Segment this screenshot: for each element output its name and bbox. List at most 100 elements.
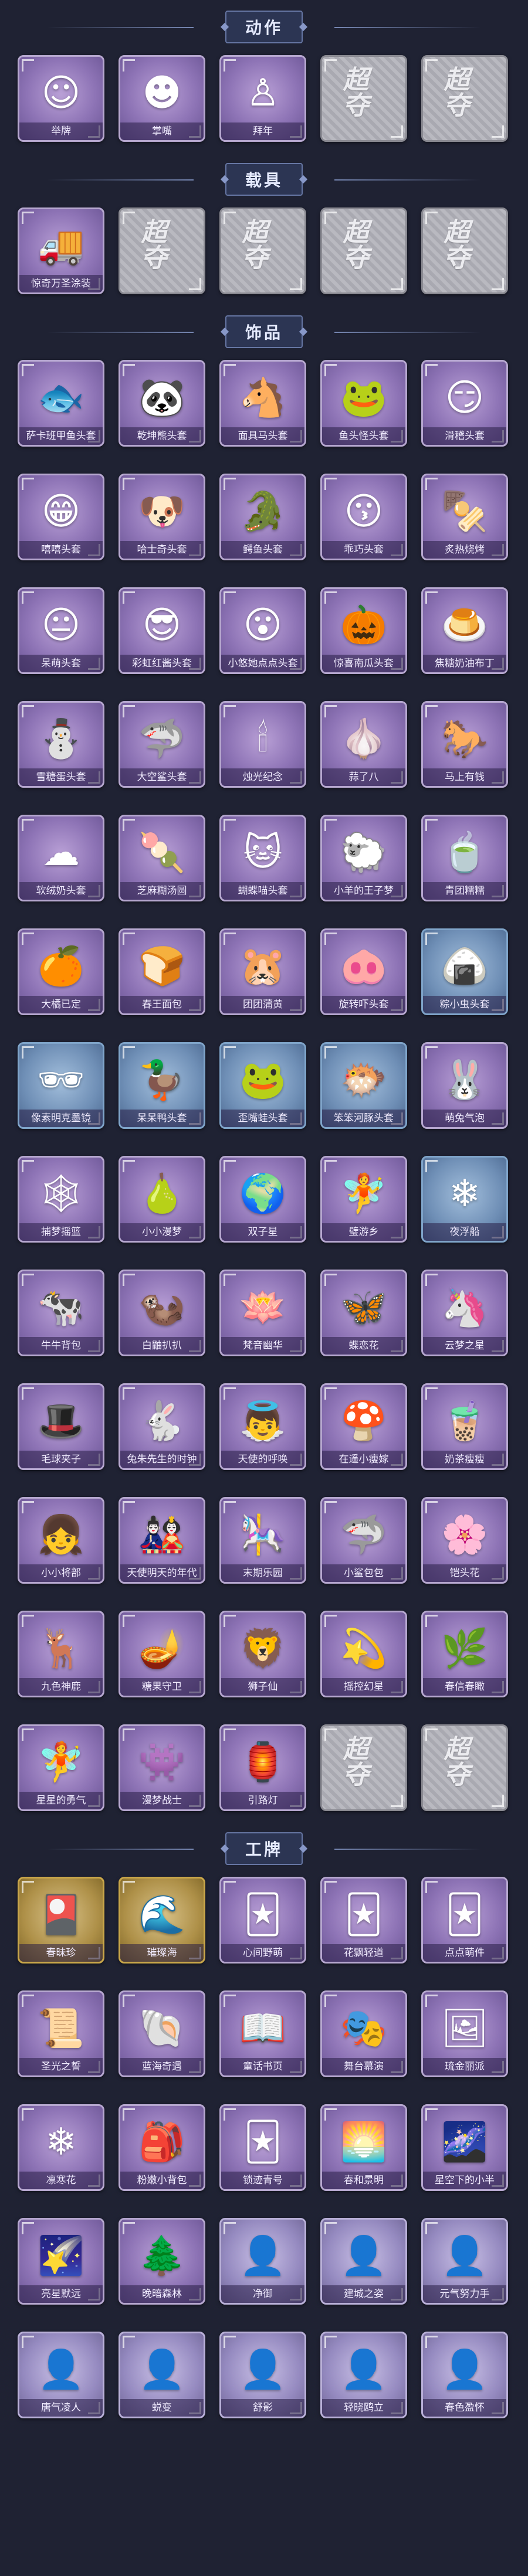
item-card[interactable]: 🐟 萨卡班甲鱼头套 (18, 360, 104, 447)
item-card[interactable]: 🐱 蝴蝶喵头套 (219, 815, 306, 901)
item-card[interactable]: 🪔 糖果守卫 (119, 1611, 205, 1697)
item-card[interactable]: 👤 舒影 (219, 2332, 306, 2418)
item-card[interactable]: ❄ 凛寒花 (18, 2104, 104, 2191)
item-card[interactable]: 🦄 云梦之星 (421, 1270, 508, 1356)
item-card[interactable]: 🍄 在遥小瘦嫁 (320, 1383, 407, 1470)
item-card[interactable]: ☻ 掌嘴 (119, 55, 205, 142)
item-card[interactable]: ❄ 夜浮船 (421, 1156, 508, 1243)
item-card[interactable]: 🪷 梵音幽华 (219, 1270, 306, 1356)
item-card[interactable]: 👤 蜕变 (119, 2332, 205, 2418)
item-card[interactable]: 🧄 蒜了八 (320, 701, 407, 788)
item-card[interactable]: 🐚 蓝海奇遇 (119, 1990, 205, 2077)
item-card[interactable]: 🦆 呆呆鸭头套 (119, 1042, 205, 1129)
empty-slot-card[interactable]: 超夺 (421, 1724, 508, 1811)
item-card[interactable]: 🧋 奶茶瘦瘦 (421, 1383, 508, 1470)
item-card[interactable]: 😏 滑稽头套 (421, 360, 508, 447)
item-card[interactable]: 🃏 点点萌件 (421, 1877, 508, 1964)
empty-slot-card[interactable]: 超夺 (119, 207, 205, 294)
item-card[interactable]: 🍊 大橘已定 (18, 928, 104, 1015)
item-card[interactable]: 🕯 烛光纪念 (219, 701, 306, 788)
item-card[interactable]: 😐 呆萌头套 (18, 587, 104, 674)
item-card[interactable]: 🍐 小小漫梦 (119, 1156, 205, 1243)
item-card[interactable]: 🦈 小鲨包包 (320, 1497, 407, 1584)
item-card[interactable]: 🚚 惊奇万圣涂装 (18, 207, 104, 294)
item-card[interactable]: 🌿 春信春瞰 (421, 1611, 508, 1697)
item-card[interactable]: 🌠 亮星默远 (18, 2218, 104, 2305)
item-card[interactable]: 🖼 琉金丽派 (421, 1990, 508, 2077)
item-card[interactable]: 🃏 花飘轻道 (320, 1877, 407, 1964)
item-card[interactable]: 🍡 芝麻糊汤圆 (119, 815, 205, 901)
item-card[interactable]: 🐴 面具马头套 (219, 360, 306, 447)
item-card[interactable]: ⛄ 雪糖蛋头套 (18, 701, 104, 788)
item-card[interactable]: 🌸 铠头花 (421, 1497, 508, 1584)
item-card[interactable]: 🎃 惊喜南瓜头套 (320, 587, 407, 674)
item-card[interactable]: 😗 乖巧头套 (320, 474, 407, 560)
item-card[interactable]: 👤 唐气凌人 (18, 2332, 104, 2418)
item-card[interactable]: 🐸 鱼头怪头套 (320, 360, 407, 447)
empty-slot-card[interactable]: 超夺 (320, 1724, 407, 1811)
item-card[interactable]: ☁ 软绒奶头套 (18, 815, 104, 901)
item-card[interactable]: 🧚 璧游乡 (320, 1156, 407, 1243)
item-card[interactable]: ☺ 举牌 (18, 55, 104, 142)
item-card[interactable]: 🍙 粽小虫头套 (421, 928, 508, 1015)
item-card[interactable]: 🦋 蝶恋花 (320, 1270, 407, 1356)
empty-slot-card[interactable]: 超夺 (421, 55, 508, 142)
item-card[interactable]: 🧚 星星的勇气 (18, 1724, 104, 1811)
item-card[interactable]: 🐸 歪嘴蛙头套 (219, 1042, 306, 1129)
item-card[interactable]: 💫 摇控幻星 (320, 1611, 407, 1697)
item-card[interactable]: 🕸 捕梦摇篮 (18, 1156, 104, 1243)
item-card[interactable]: 🐑 小羊的王子梦 (320, 815, 407, 901)
empty-slot-card[interactable]: 超夺 (219, 207, 306, 294)
item-card[interactable]: 😎 彩虹红酱头套 (119, 587, 205, 674)
item-card[interactable]: 🐶 哈士奇头套 (119, 474, 205, 560)
item-card[interactable]: 🦈 大空鲨头套 (119, 701, 205, 788)
item-card[interactable]: 😮 小悠她点点头套 (219, 587, 306, 674)
item-card[interactable]: 🎠 末期乐园 (219, 1497, 306, 1584)
item-card[interactable]: 🐼 乾坤熊头套 (119, 360, 205, 447)
item-card[interactable]: 🍢 炙热烧烤 (421, 474, 508, 560)
item-card[interactable]: 👧 小小将部 (18, 1497, 104, 1584)
item-card[interactable]: 🦁 狮子仙 (219, 1611, 306, 1697)
item-card[interactable]: 👤 春色盈怀 (421, 2332, 508, 2418)
item-card[interactable]: 🎒 粉嫩小背包 (119, 2104, 205, 2191)
item-card[interactable]: 🐹 团团蒲黄 (219, 928, 306, 1015)
item-card[interactable]: 🦌 九色神鹿 (18, 1611, 104, 1697)
item-card[interactable]: 🐽 旋转吓头套 (320, 928, 407, 1015)
item-card[interactable]: 🎴 春昧珍 (18, 1877, 104, 1964)
item-card[interactable]: 🃏 心间野萌 (219, 1877, 306, 1964)
item-card[interactable]: 🌲 晚暗森林 (119, 2218, 205, 2305)
item-card[interactable]: 🌊 璀璨海 (119, 1877, 205, 1964)
item-card[interactable]: 🌍 双子星 (219, 1156, 306, 1243)
item-card[interactable]: 🐰 萌兔气泡 (421, 1042, 508, 1129)
item-card[interactable]: 🌌 星空下的小半 (421, 2104, 508, 2191)
item-card[interactable]: 🃏 锁迹青号 (219, 2104, 306, 2191)
item-card[interactable]: 👾 漫梦战士 (119, 1724, 205, 1811)
item-card[interactable]: 🎭 舞台幕演 (320, 1990, 407, 2077)
item-card[interactable]: ♙ 拜年 (219, 55, 306, 142)
item-card[interactable]: 🍮 焦糖奶油布丁 (421, 587, 508, 674)
item-card[interactable]: 👼 天使的呼唤 (219, 1383, 306, 1470)
item-card[interactable]: 🐇 兔朱先生的时钟 (119, 1383, 205, 1470)
item-card[interactable]: 📖 童话书页 (219, 1990, 306, 2077)
item-card[interactable]: 😁 嘻嘻头套 (18, 474, 104, 560)
item-card[interactable]: 🎩 毛球夹子 (18, 1383, 104, 1470)
empty-slot-card[interactable]: 超夺 (320, 55, 407, 142)
item-card[interactable]: 🐡 笨笨河豚头套 (320, 1042, 407, 1129)
item-card[interactable]: 👤 轻晓鸥立 (320, 2332, 407, 2418)
item-card[interactable]: 👤 净御 (219, 2218, 306, 2305)
empty-slot-card[interactable]: 超夺 (320, 207, 407, 294)
item-card[interactable]: 🌅 春和景明 (320, 2104, 407, 2191)
item-card[interactable]: 🕶 像素明克墨镜 (18, 1042, 104, 1129)
item-card[interactable]: 📜 圣光之誓 (18, 1990, 104, 2077)
item-card[interactable]: 🏮 引路灯 (219, 1724, 306, 1811)
item-card[interactable]: 👤 建城之姿 (320, 2218, 407, 2305)
item-card[interactable]: 🐎 马上有钱 (421, 701, 508, 788)
item-card[interactable]: 🐄 牛牛背包 (18, 1270, 104, 1356)
item-card[interactable]: 🍞 春王面包 (119, 928, 205, 1015)
empty-slot-card[interactable]: 超夺 (421, 207, 508, 294)
item-card[interactable]: 🐊 鳄鱼头套 (219, 474, 306, 560)
item-card[interactable]: 👤 元气努力手 (421, 2218, 508, 2305)
item-card[interactable]: 🍵 青团糯糯 (421, 815, 508, 901)
item-card[interactable]: 🎎 天使明天的年代 (119, 1497, 205, 1584)
item-card[interactable]: 🦦 白鼬扒扒 (119, 1270, 205, 1356)
